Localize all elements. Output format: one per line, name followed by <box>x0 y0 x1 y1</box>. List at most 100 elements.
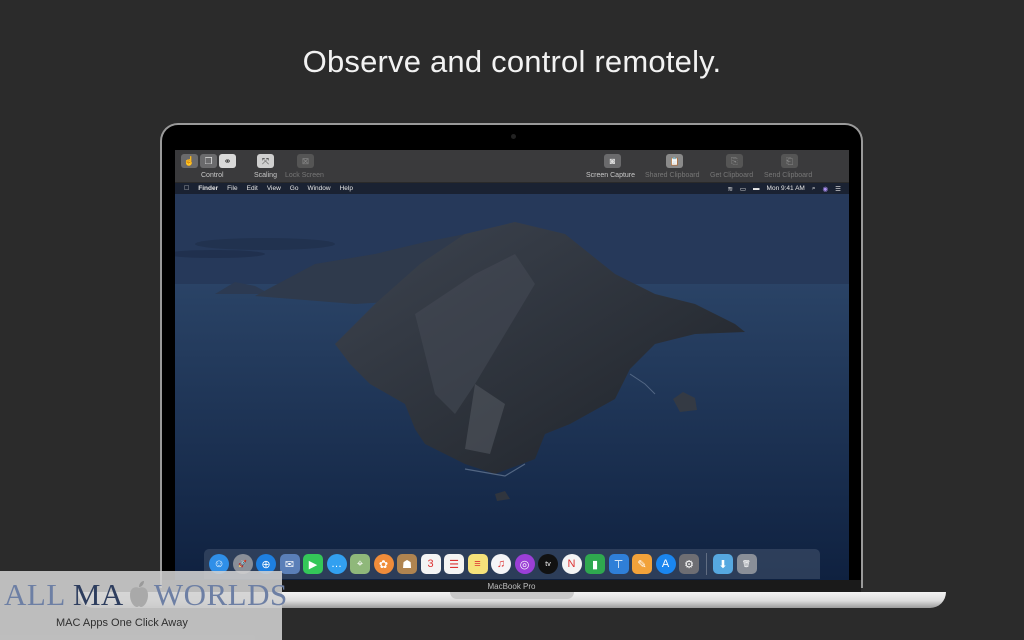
dock-item-contacts[interactable]: ☗ <box>397 554 417 574</box>
pointer-control-button[interactable]: ☝ <box>181 154 198 168</box>
dock-item-keynote[interactable]: ⊤ <box>608 554 629 574</box>
dock-item-music[interactable]: ♫ <box>491 554 511 574</box>
dock-item-pages[interactable]: ✎ <box>632 554 652 574</box>
dock: ☺ 🚀 ⊕ ✉ ▶ … ⌖ ✿ ☗ 3 ☰ ≡ ♫ ◎ tv N ▮ ⊤ ✎ A ⚙ ⬇ 🗑 <box>204 549 820 579</box>
get-clipboard-icon: ⎘ <box>730 155 739 166</box>
menu-edit[interactable]: Edit <box>247 185 258 192</box>
lid-opening-notch <box>450 592 574 599</box>
dock-item-notes[interactable]: ≡ <box>467 554 488 574</box>
photos-icon: ✿ <box>378 558 389 571</box>
catalina-island-illustration <box>175 194 849 580</box>
lock-screen-label: Lock Screen <box>285 172 324 179</box>
menu-help[interactable]: Help <box>340 185 353 192</box>
watermark-title-part-all: ALL <box>4 577 73 612</box>
screen-capture-group: ◙ <box>604 154 621 168</box>
menu-go[interactable]: Go <box>290 185 299 192</box>
dock-item-calendar[interactable]: 3 <box>420 554 441 574</box>
camera <box>511 134 516 139</box>
battery-icon[interactable]: ▬ <box>753 185 760 192</box>
wifi-icon[interactable]: ≋ <box>727 185 732 193</box>
headline: Observe and control remotely. <box>302 44 722 79</box>
dock-item-maps[interactable]: ⌖ <box>350 554 370 574</box>
lock-screen-button[interactable]: ⊠ <box>297 154 314 168</box>
dock-item-tv[interactable]: tv <box>538 554 558 574</box>
screen-capture-button[interactable]: ◙ <box>604 154 621 168</box>
music-icon: ♫ <box>496 558 506 570</box>
apple-logo-icon <box>129 581 148 607</box>
apple-tv-icon: tv <box>545 560 551 568</box>
dock-item-system-preferences[interactable]: ⚙ <box>679 554 699 574</box>
send-clipboard-button[interactable]: ⎗ <box>781 154 798 168</box>
desktop-wallpaper <box>175 194 849 580</box>
menu-bar:  Finder File Edit View Go Window Help ≋… <box>175 183 849 194</box>
dock-item-trash[interactable]: 🗑 <box>736 554 757 574</box>
scaling-button[interactable]: ⤧ <box>257 154 274 168</box>
menu-view[interactable]: View <box>267 185 281 192</box>
dock-item-downloads[interactable]: ⬇ <box>713 554 733 574</box>
lock-screen-icon: ⊠ <box>301 155 310 166</box>
dock-separator <box>705 553 707 575</box>
finder-icon: ☺ <box>213 558 225 570</box>
menu-file[interactable]: File <box>227 185 237 192</box>
lock-screen-group: ⊠ <box>297 154 314 168</box>
dock-item-app-store[interactable]: A <box>655 554 676 574</box>
contacts-icon: ☗ <box>402 558 412 571</box>
facetime-icon: ▶ <box>308 558 318 571</box>
clock[interactable]: Mon 9:41 AM <box>767 185 805 192</box>
screen-capture-label: Screen Capture <box>586 172 636 179</box>
control-label: Control <box>201 172 224 179</box>
dock-item-numbers[interactable]: ▮ <box>585 554 605 574</box>
keynote-icon: ⊤ <box>613 558 624 571</box>
scale-arrows-icon: ⤧ <box>261 155 270 166</box>
send-clipboard-icon: ⎗ <box>785 155 794 166</box>
notes-icon: ≡ <box>474 558 481 570</box>
launchpad-icon: 🚀 <box>238 561 247 568</box>
get-clipboard-group: ⎘ <box>726 154 743 168</box>
dock-item-reminders[interactable]: ☰ <box>444 554 464 574</box>
shared-clipboard-button[interactable]: 📋 <box>666 154 683 168</box>
watermark-subtitle: MAC Apps One Click Away <box>56 617 188 629</box>
mail-icon: ✉ <box>284 558 295 571</box>
pages-icon: ✎ <box>637 558 647 571</box>
send-clipboard-label: Send Clipboard <box>764 172 813 179</box>
dock-item-news[interactable]: N <box>561 554 582 574</box>
notification-center-icon[interactable]: ☰ <box>835 185 841 193</box>
downloads-folder-icon: ⬇ <box>718 558 728 571</box>
cursor-icon: ☝ <box>183 155 196 166</box>
siri-icon[interactable]: ◉ <box>823 185 829 193</box>
system-preferences-icon: ⚙ <box>684 558 694 571</box>
window-control-button[interactable]: ❐ <box>200 154 217 168</box>
calendar-icon: 3 <box>427 558 434 570</box>
send-clipboard-group: ⎗ <box>781 154 798 168</box>
shared-clipboard-group: 📋 <box>666 154 683 168</box>
binoculars-icon: ⚭ <box>223 155 232 166</box>
shared-clipboard-icon: 📋 <box>669 156 680 166</box>
spotlight-search-icon[interactable]: ⌕ <box>812 185 816 193</box>
get-clipboard-button[interactable]: ⎘ <box>726 154 743 168</box>
observe-button[interactable]: ⚭ <box>219 154 236 168</box>
dock-item-facetime[interactable]: ▶ <box>303 554 323 574</box>
messages-icon: … <box>331 558 342 570</box>
apple-menu-icon[interactable]:  <box>184 185 189 192</box>
airplay-icon[interactable]: ▭ <box>740 185 746 193</box>
camera-icon: ◙ <box>609 156 616 166</box>
menu-finder[interactable]: Finder <box>198 185 218 192</box>
app-store-icon: A <box>661 558 670 570</box>
remote-toolbar: ☝ ❐ ⚭ Control ⤧ Scaling ⊠ Lock Screen ◙ … <box>175 150 849 183</box>
dock-item-podcasts[interactable]: ◎ <box>514 554 535 574</box>
scaling-group: ⤧ <box>257 154 274 168</box>
remote-screen[interactable]: ☝ ❐ ⚭ Control ⤧ Scaling ⊠ Lock Screen ◙ … <box>175 150 849 580</box>
shared-clipboard-label: Shared Clipboard <box>645 172 700 179</box>
dock-item-messages[interactable]: … <box>326 554 347 574</box>
dock-item-photos[interactable]: ✿ <box>373 554 394 574</box>
news-icon: N <box>567 558 576 570</box>
control-group: ☝ ❐ ⚭ <box>181 154 236 168</box>
safari-icon: ⊕ <box>261 558 271 571</box>
menu-window[interactable]: Window <box>307 185 330 192</box>
numbers-icon: ▮ <box>591 558 599 571</box>
watermark-title-part-ma: MA <box>72 577 124 612</box>
trash-icon: 🗑 <box>742 561 751 568</box>
dock-item-mail[interactable]: ✉ <box>279 554 300 574</box>
watermark-banner: ALL MA WORLDS MAC Apps One Click Away <box>0 571 287 640</box>
get-clipboard-label: Get Clipboard <box>710 172 754 179</box>
